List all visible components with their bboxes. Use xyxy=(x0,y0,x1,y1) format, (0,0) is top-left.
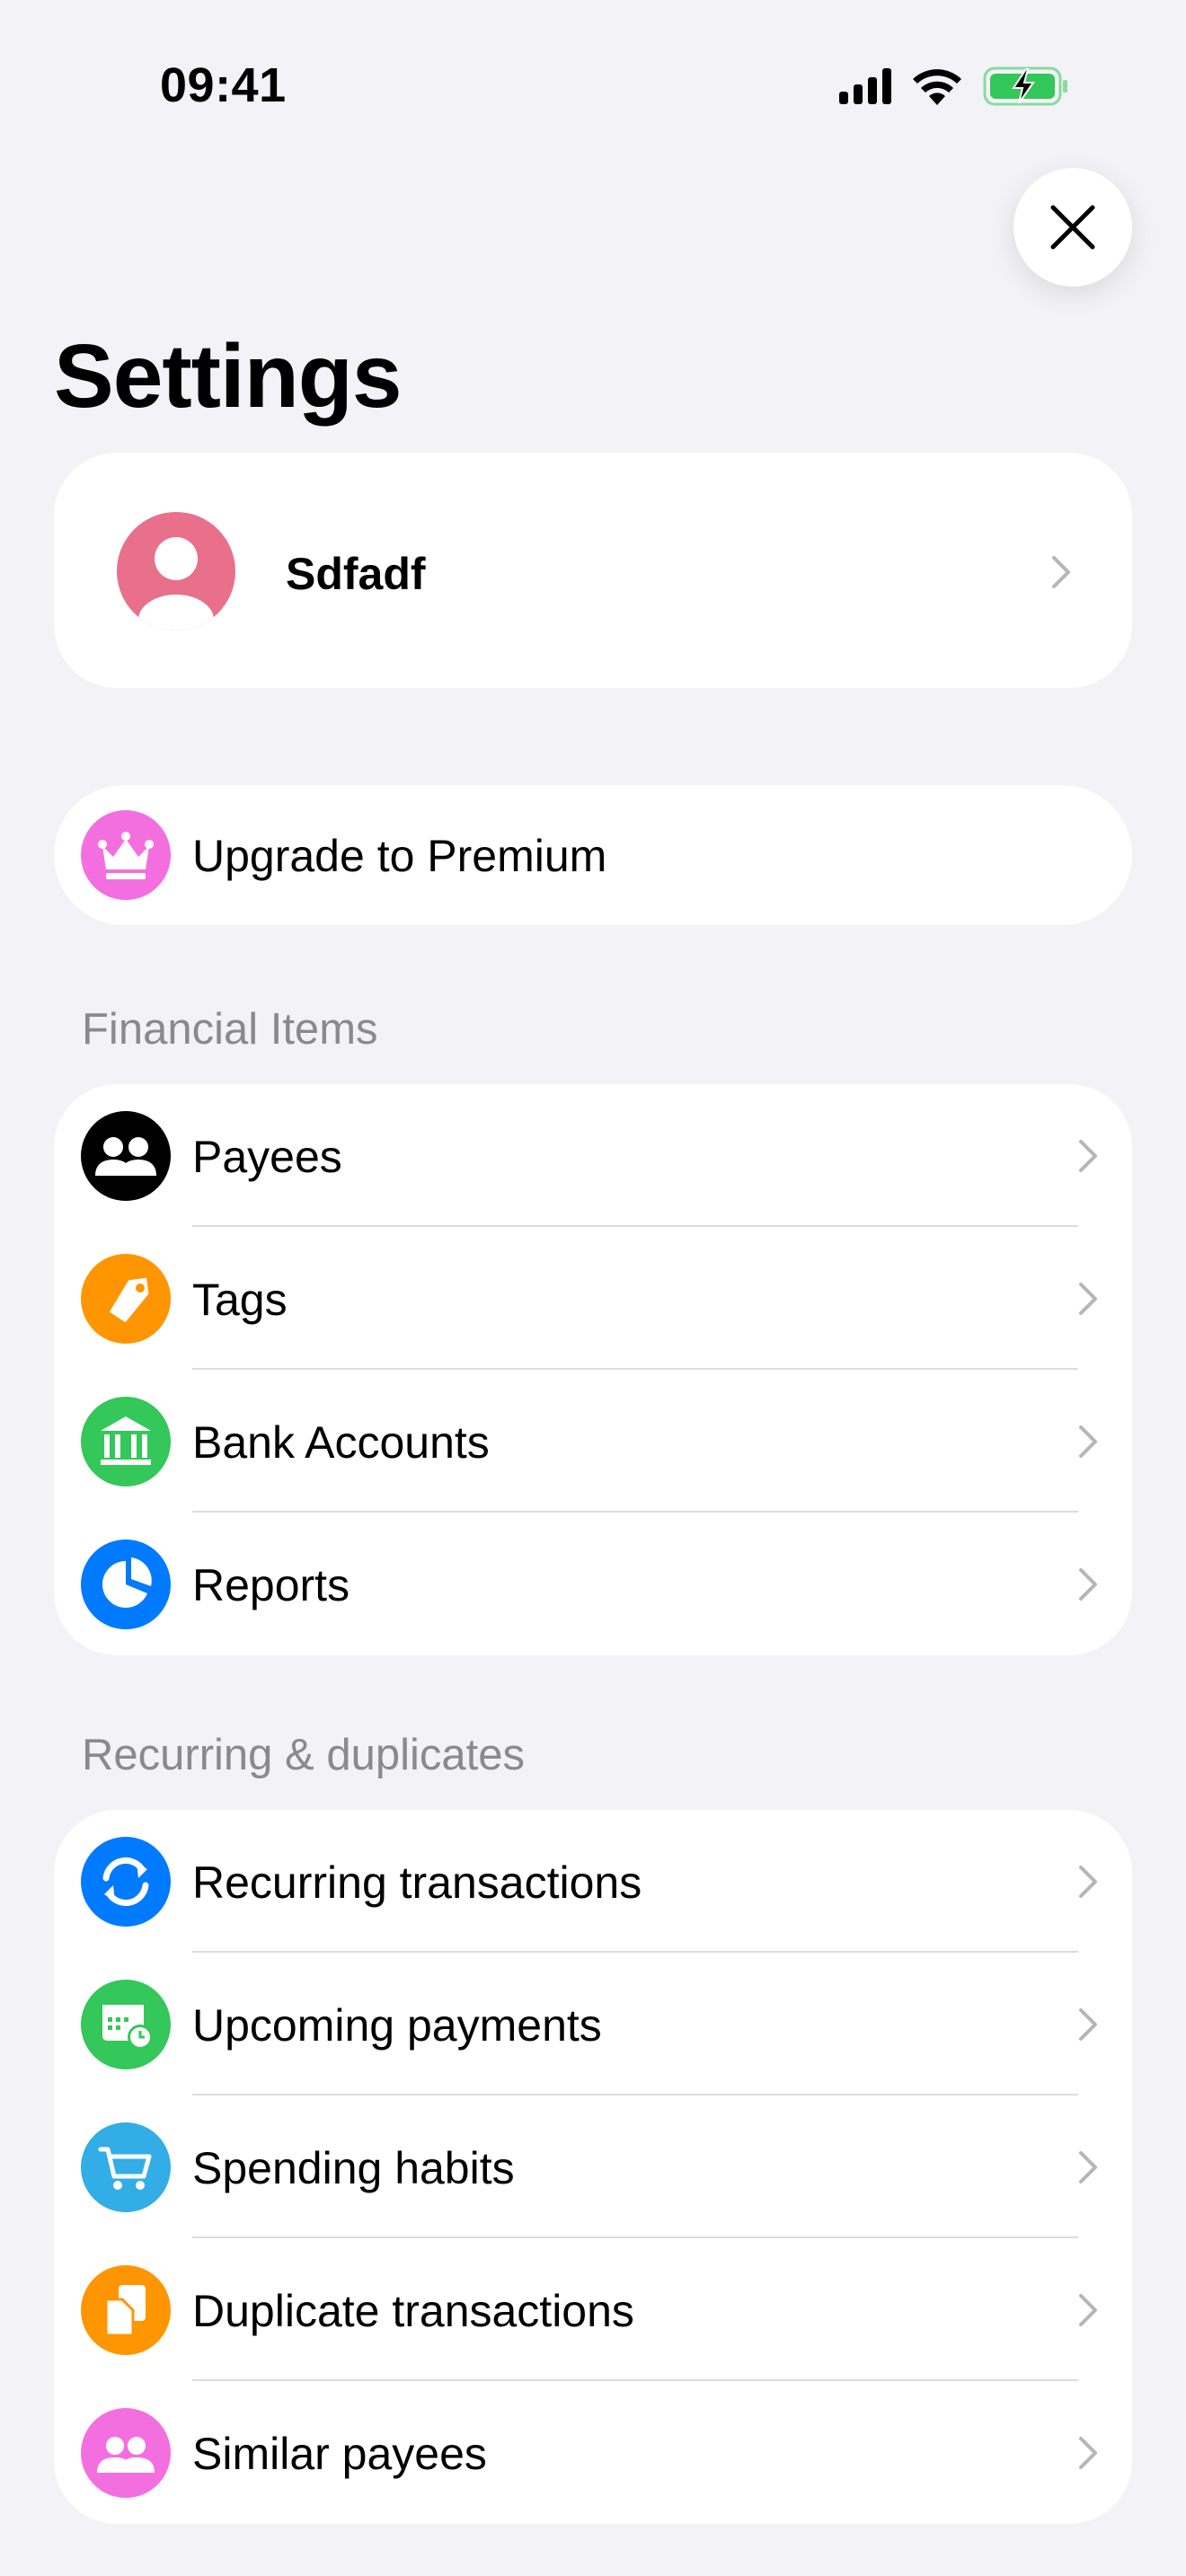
row-payees[interactable]: Payees xyxy=(54,1084,1132,1227)
status-time: 09:41 xyxy=(160,58,287,112)
status-icons xyxy=(839,66,1069,106)
similar-people-icon xyxy=(81,2408,171,2498)
row-label: Payees xyxy=(192,1132,342,1182)
row-label: Tags xyxy=(192,1275,288,1325)
chevron-right-icon xyxy=(1079,2008,1097,2041)
section-header-recurring: Recurring & duplicates xyxy=(82,1731,525,1779)
row-label: Bank Accounts xyxy=(192,1417,490,1468)
premium-label: Upgrade to Premium xyxy=(192,831,607,881)
row-recurring-transactions[interactable]: Recurring transactions xyxy=(54,1810,1132,1953)
recurring-items-group: Recurring transactions Upcoming payments… xyxy=(54,1810,1132,2524)
upgrade-premium-button[interactable]: Upgrade to Premium xyxy=(54,785,1132,925)
people-icon xyxy=(81,1111,171,1201)
pie-chart-icon xyxy=(81,1539,171,1629)
chevron-right-icon xyxy=(1079,1425,1097,1458)
financial-items-group: Payees Tags Bank Accounts Reports xyxy=(54,1084,1132,1655)
profile-name: Sdfadf xyxy=(286,549,426,599)
row-reports[interactable]: Reports xyxy=(54,1513,1132,1655)
crown-icon xyxy=(81,810,171,904)
person-icon xyxy=(138,537,214,631)
page-title: Settings xyxy=(54,326,402,427)
calendar-clock-icon xyxy=(81,1980,171,2069)
bank-icon xyxy=(81,1397,171,1486)
chevron-right-icon xyxy=(1079,1866,1097,1898)
chevron-right-icon xyxy=(1079,1283,1097,1315)
row-spending-habits[interactable]: Spending habits xyxy=(54,2095,1132,2238)
row-bank-accounts[interactable]: Bank Accounts xyxy=(54,1370,1132,1513)
close-icon xyxy=(1050,205,1095,250)
chevron-right-icon xyxy=(1079,2437,1097,2469)
row-duplicate-transactions[interactable]: Duplicate transactions xyxy=(54,2238,1132,2381)
wifi-icon xyxy=(913,69,961,105)
chevron-right-icon xyxy=(1079,2151,1097,2183)
profile-card[interactable]: Sdfadf xyxy=(54,453,1132,688)
battery-charging-icon xyxy=(983,66,1067,106)
tag-icon xyxy=(81,1254,171,1344)
cart-icon xyxy=(81,2122,171,2212)
row-label: Upcoming payments xyxy=(192,2000,602,2051)
row-label: Similar payees xyxy=(192,2429,487,2479)
chevron-right-icon xyxy=(1079,1140,1097,1172)
chevron-right-icon xyxy=(1079,1568,1097,1601)
status-bar: 09:41 xyxy=(0,0,1186,171)
duplicate-docs-icon xyxy=(81,2265,171,2355)
chevron-right-icon xyxy=(1079,2294,1097,2326)
avatar xyxy=(117,512,235,631)
close-button[interactable] xyxy=(1013,168,1132,287)
row-label: Reports xyxy=(192,1560,350,1610)
row-upcoming-payments[interactable]: Upcoming payments xyxy=(54,1953,1132,2095)
recurring-arrows-icon xyxy=(81,1837,171,1927)
row-label: Spending habits xyxy=(192,2143,515,2193)
row-similar-payees[interactable]: Similar payees xyxy=(54,2381,1132,2524)
row-tags[interactable]: Tags xyxy=(54,1227,1132,1370)
chevron-right-icon xyxy=(1052,556,1070,588)
row-label: Recurring transactions xyxy=(192,1857,642,1908)
cellular-signal-icon xyxy=(839,68,891,104)
row-label: Duplicate transactions xyxy=(192,2286,634,2336)
section-header-financial: Financial Items xyxy=(82,1005,378,1054)
